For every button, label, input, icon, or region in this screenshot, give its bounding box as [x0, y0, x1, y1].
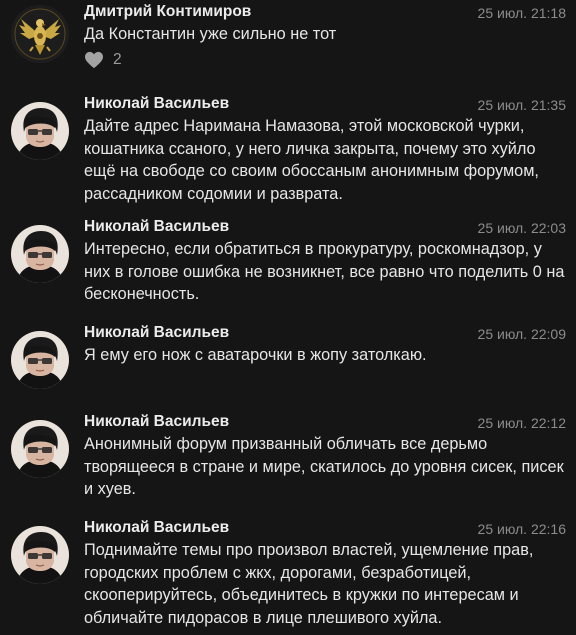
comment-author[interactable]: Николай Васильев — [84, 93, 229, 115]
comment-author[interactable]: Николай Васильев — [84, 216, 229, 238]
comment-author[interactable]: Николай Васильев — [84, 322, 229, 344]
avatar[interactable] — [11, 225, 69, 283]
person-with-glasses-icon — [11, 102, 69, 160]
comment-time: 25 июл. 22:12 — [477, 415, 566, 431]
likes-count: 2 — [113, 51, 122, 68]
person-with-glasses-icon — [11, 526, 69, 584]
comment-author[interactable]: Николай Васильев — [84, 411, 229, 433]
comment-text: Поднимайте темы про произвол властей, ущ… — [84, 541, 534, 627]
person-with-glasses-icon — [11, 331, 69, 389]
comment-item: Николай Васильев 25 июл. 22:03 Интересно… — [0, 216, 576, 306]
avatar[interactable] — [11, 331, 69, 389]
comment-text: Анонимный форум призванный обличать все … — [84, 435, 564, 498]
person-with-glasses-icon — [11, 420, 69, 478]
comment-author[interactable]: Николай Васильев — [84, 517, 229, 539]
comment-text: Я ему его нож с аватарочки в жопу затолк… — [84, 346, 427, 364]
avatar[interactable] — [11, 102, 69, 160]
person-with-glasses-icon — [11, 225, 69, 283]
avatar[interactable] — [11, 5, 69, 63]
comment-text: Интересно, если обратиться в прокуратуру… — [84, 240, 565, 303]
comment-time: 25 июл. 21:18 — [477, 5, 566, 21]
comment-item: Дмитрий Контимиров 25 июл. 21:18 Да Конс… — [0, 1, 576, 71]
like-control[interactable]: 2 — [84, 49, 122, 71]
comment-text: Дайте адрес Наримана Намазова, этой моск… — [84, 117, 539, 203]
comment-item: Николай Васильев 25 июл. 22:09 Я ему его… — [0, 322, 576, 402]
comment-author[interactable]: Дмитрий Контимиров — [84, 1, 251, 23]
comment-item: Николай Васильев 25 июл. 22:12 Анонимный… — [0, 411, 576, 511]
comment-item: Николай Васильев 25 июл. 21:35 Дайте адр… — [0, 93, 576, 203]
comment-time: 25 июл. 22:09 — [477, 326, 566, 342]
comment-time: 25 июл. 22:03 — [477, 220, 566, 236]
heart-icon[interactable] — [84, 51, 104, 69]
comment-text: Да Константин уже сильно не тот — [84, 25, 337, 43]
avatar[interactable] — [11, 526, 69, 584]
comment-time: 25 июл. 22:16 — [477, 521, 566, 537]
avatar[interactable] — [11, 420, 69, 478]
comment-time: 25 июл. 21:35 — [477, 97, 566, 113]
comment-feed: Дмитрий Контимиров 25 июл. 21:18 Да Конс… — [0, 0, 576, 635]
comment-item: Николай Васильев 25 июл. 22:16 Поднимайт… — [0, 517, 576, 632]
eagle-emblem-icon — [11, 5, 69, 63]
